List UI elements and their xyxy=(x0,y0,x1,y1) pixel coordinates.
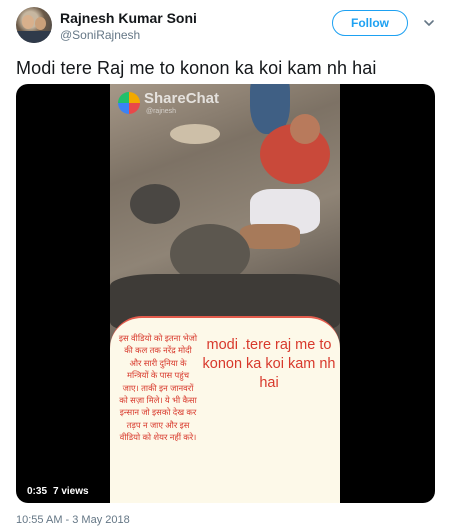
sharechat-logo-icon xyxy=(118,92,140,114)
author-handle[interactable]: @SoniRajnesh xyxy=(60,28,140,42)
tweet: Rajnesh Kumar Soni @SoniRajnesh Follow M… xyxy=(0,0,455,531)
video-views: 7 views xyxy=(49,483,93,499)
video-frame[interactable]: ShareChat @rajnesh इस वीडियो को इतना भेज… xyxy=(110,84,340,503)
video-player[interactable]: ShareChat @rajnesh इस वीडियो को इतना भेज… xyxy=(16,84,435,503)
watermark-text: ShareChat xyxy=(144,90,220,107)
author-name[interactable]: Rajnesh Kumar Soni xyxy=(60,10,197,26)
chevron-down-icon[interactable] xyxy=(423,17,435,29)
tweet-text: Modi tere Raj me to konon ka koi kam nh … xyxy=(16,58,377,78)
hindi-caption: इस वीडियो को इतना भेजो की कल तक नरेंद्र … xyxy=(118,333,198,443)
avatar[interactable] xyxy=(16,7,52,43)
follow-button[interactable]: Follow xyxy=(332,10,408,36)
caption-card: इस वीडियो को इतना भेजो की कल तक नरेंद्र … xyxy=(110,316,340,503)
video-duration: 0:35 xyxy=(23,483,52,499)
watermark-subtext: @rajnesh xyxy=(146,108,177,115)
tweet-timestamp[interactable]: 10:55 AM - 3 May 2018 xyxy=(16,514,130,526)
video-caption: modi .tere raj me to konon ka koi kam nh… xyxy=(202,337,336,391)
